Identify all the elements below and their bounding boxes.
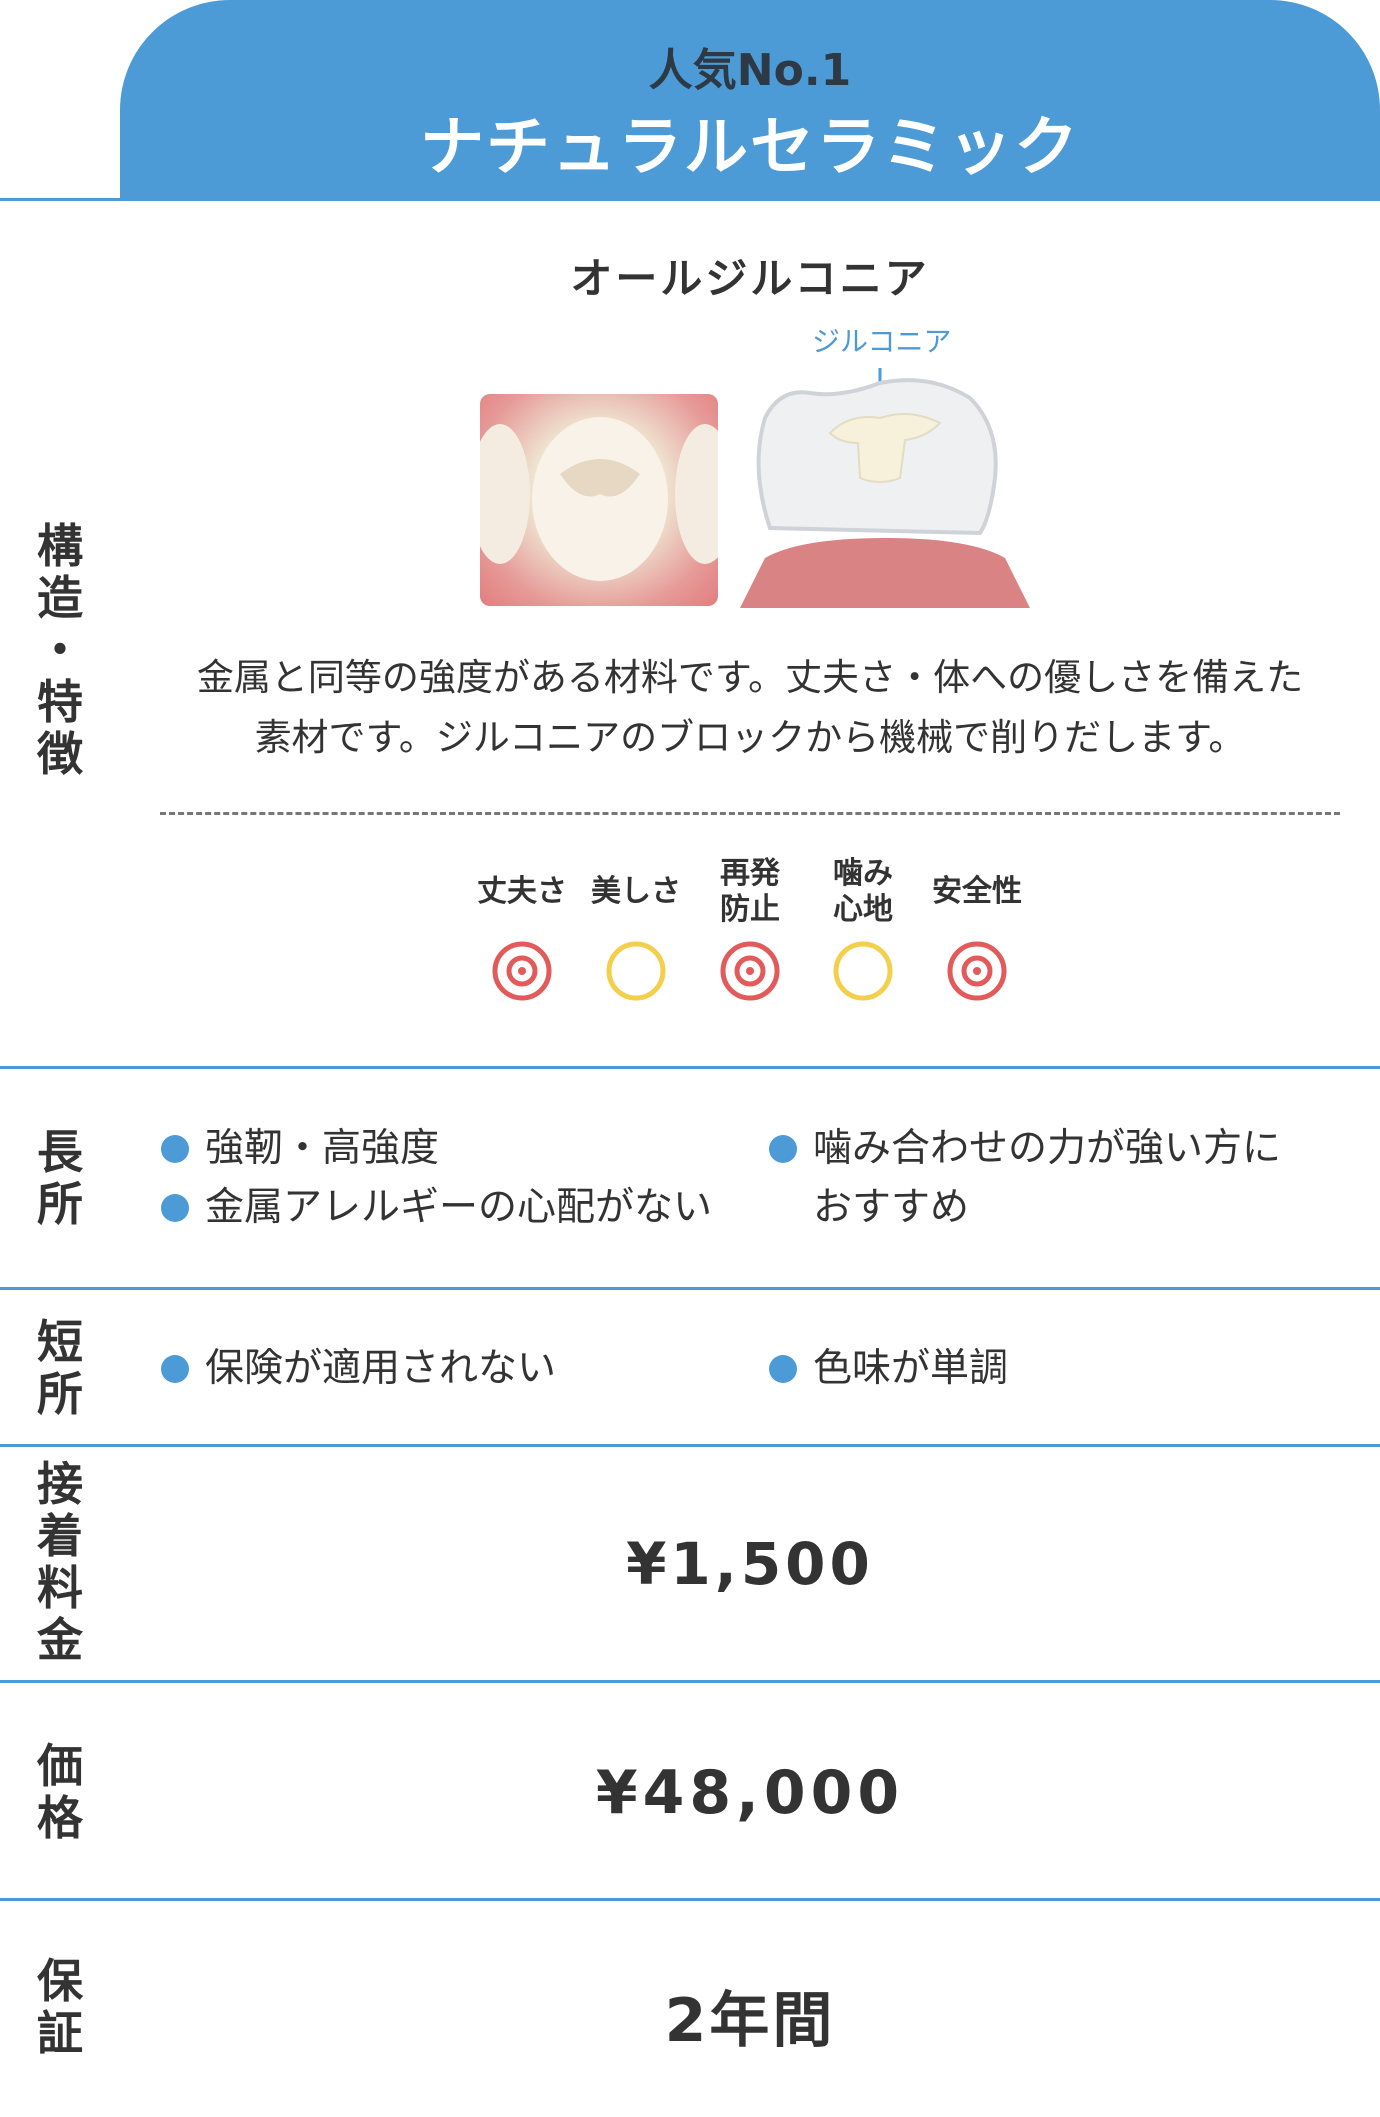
rating-label: 安全性 <box>932 874 1022 909</box>
bullet-icon <box>769 1355 797 1383</box>
row-label-bonding-fee: 接 着 料 金 <box>37 1457 83 1667</box>
divider <box>0 1898 1380 1901</box>
con-item: 色味が単調 <box>813 1346 1009 1391</box>
bullet-icon <box>769 1135 797 1163</box>
divider <box>0 198 1380 201</box>
description-line: 素材です。ジルコニアのブロックから機械で削りだします。 <box>254 716 1246 759</box>
divider <box>0 1287 1380 1290</box>
product-title: ナチュラルセラミック <box>420 111 1080 185</box>
pro-item-continued: おすすめ <box>813 1185 970 1230</box>
divider <box>0 1066 1380 1069</box>
double-circle-icon <box>947 941 1007 1001</box>
divider <box>0 1680 1380 1683</box>
rating-beauty: 美しさ <box>581 855 691 1005</box>
pro-item: 強靭・高強度 <box>205 1126 440 1171</box>
tooth-photo <box>480 394 718 606</box>
double-circle-icon <box>720 941 780 1001</box>
zirconia-callout-label: ジルコニア <box>812 325 952 358</box>
popularity-badge: 人気No.1 <box>648 45 852 96</box>
rating-label: 美しさ <box>591 874 681 909</box>
warranty-value: 2年間 <box>664 1986 836 2056</box>
rating-label: 再発 防止 <box>720 856 780 927</box>
rating-durability: 丈夫さ <box>467 855 577 1005</box>
price-value: ¥48,000 <box>595 1758 905 1828</box>
material-name: オールジルコニア <box>570 254 930 303</box>
double-circle-icon <box>492 941 552 1001</box>
circle-icon <box>606 941 666 1001</box>
row-label-cons: 短 所 <box>37 1315 83 1421</box>
rating-label: 噛み 心地 <box>833 856 893 927</box>
row-label-features: 構 造 ・ 特 徴 <box>37 519 83 781</box>
row-label-price: 価 格 <box>37 1739 83 1845</box>
con-item: 保険が適用されない <box>205 1346 557 1391</box>
divider <box>0 1444 1380 1447</box>
circle-icon <box>833 941 893 1001</box>
bullet-icon <box>161 1194 189 1222</box>
pro-item: 噛み合わせの力が強い方に <box>813 1126 1282 1171</box>
rating-safety: 安全性 <box>922 855 1032 1005</box>
zirconia-diagram <box>740 368 1030 608</box>
rating-recurrence-prevention: 再発 防止 <box>695 855 805 1005</box>
dashed-divider <box>160 812 1340 815</box>
material-description: 金属と同等の強度がある材料です。丈夫さ・体への優しさを備えた 素材です。ジルコニ… <box>160 648 1340 768</box>
rating-label: 丈夫さ <box>477 874 567 909</box>
bullet-icon <box>161 1355 189 1383</box>
row-label-warranty: 保 証 <box>37 1954 83 2060</box>
rating-bite-comfort: 噛み 心地 <box>808 855 918 1005</box>
bullet-icon <box>161 1135 189 1163</box>
row-label-pros: 長 所 <box>37 1125 83 1231</box>
description-line: 金属と同等の強度がある材料です。丈夫さ・体への優しさを備えた <box>196 656 1304 699</box>
bonding-fee-value: ¥1,500 <box>626 1530 874 1598</box>
pro-item: 金属アレルギーの心配がない <box>205 1185 713 1230</box>
